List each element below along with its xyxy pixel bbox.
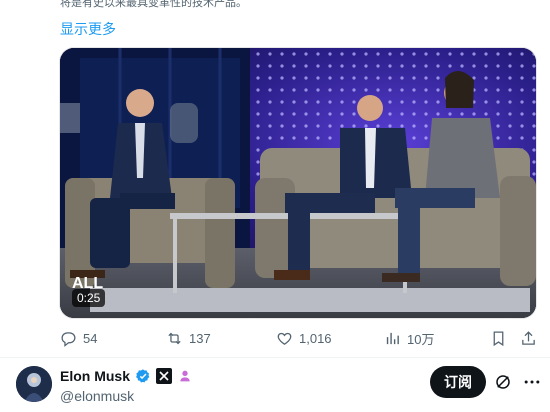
views-icon [386,332,399,344]
views-count: 10万 [407,331,435,347]
subscribe-button[interactable]: 订阅 [430,366,486,398]
author-name[interactable]: Elon Musk [60,368,130,384]
like-icon [277,332,292,345]
repost-icon [168,332,181,344]
reply-button[interactable]: 54 [60,328,97,348]
video-player[interactable]: ALL [60,48,536,318]
reply-icon [61,331,76,347]
like-count: 1,016 [299,330,332,346]
share-button[interactable] [520,328,537,348]
bookmark-button[interactable] [490,328,507,348]
affiliate-icon [180,370,190,382]
repost-count: 137 [189,330,211,346]
tweet-actions: 54 137 1,016 10万 [60,328,536,348]
author-handle: @elonmusk [60,388,135,404]
share-icon [522,330,535,345]
show-more-link[interactable]: 显示更多 [60,19,116,39]
like-button[interactable]: 1,016 [276,328,332,348]
author-name-row: Elon Musk [60,368,193,384]
bookmark-icon [493,330,504,346]
avatar[interactable] [16,366,52,402]
tweet-text: 将是有史以来最具变革性的技术产品。 [60,0,247,9]
x-logo-icon [156,368,173,384]
divider [0,357,550,358]
video-duration-badge: 0:25 [72,289,106,307]
verified-badge-icon [136,369,150,383]
views-button[interactable]: 10万 [384,328,434,348]
reply-count: 54 [83,330,98,346]
avatar-image [16,366,52,402]
repost-button[interactable]: 137 [166,328,211,348]
video-frame: ALL [60,48,536,318]
grok-icon[interactable] [494,373,512,391]
more-icon[interactable] [522,372,542,392]
